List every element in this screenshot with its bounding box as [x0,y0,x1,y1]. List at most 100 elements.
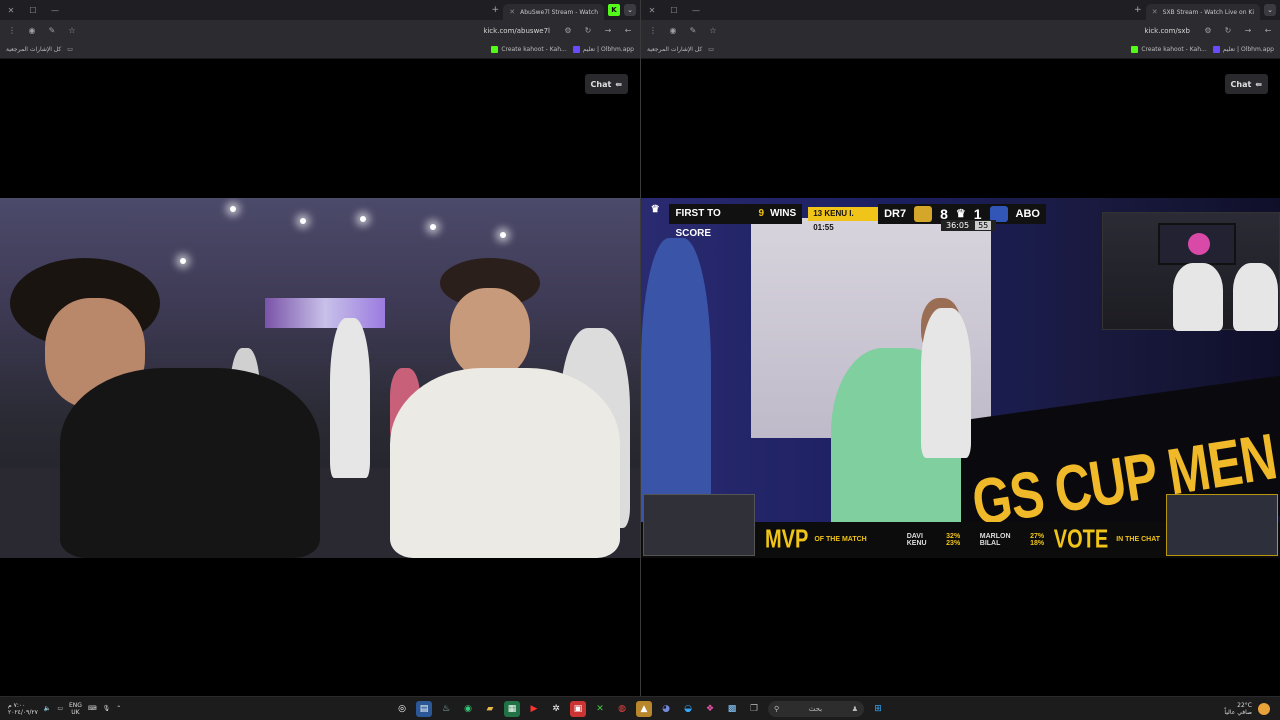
league-logo-icon: ♛ [650,204,660,215]
close-tab-icon[interactable]: ✕ [1152,8,1158,16]
new-tab-button[interactable]: + [487,5,503,15]
maximize-icon[interactable]: ☐ [663,6,685,15]
back-icon[interactable]: ← [622,26,634,35]
bookmark-label: Create kahoot - Kah... [501,46,567,53]
profile-icon[interactable]: ◉ [667,26,679,35]
mini-cam-right [1166,494,1278,556]
steam-icon[interactable]: ♨ [438,701,454,717]
of-the-match-label: OF THE MATCH [814,536,867,543]
clock-time: ٧:٠٠ م [8,701,26,709]
host-person [1173,263,1223,331]
url-field[interactable]: kick.com/abuswe7l [86,27,554,35]
bookmark-label: تعليم | Olbhm.app [1222,46,1274,53]
star-icon[interactable]: ☆ [66,26,78,35]
reload-icon[interactable]: ↻ [582,26,594,35]
wins-label: WINS [770,208,797,219]
stream-player[interactable]: Chat ⇚ [0,59,640,696]
folder-icon: ▭ [67,46,73,53]
right-browser-window: ✕ ☐ — + ✕ SXB Stream - Watch Live on Ki … [641,0,1280,696]
menu-dots-icon[interactable]: ⋮ [647,26,659,35]
weather-sun-icon [1258,702,1270,715]
maximize-icon[interactable]: ☐ [22,6,44,15]
lang-bottom: UK [71,708,80,716]
discord-icon[interactable]: ◕ [658,701,674,717]
team-a-name: DR7 [884,208,907,220]
notepad-icon[interactable]: ▤ [416,700,432,717]
network-icon[interactable]: ▭ [57,705,63,712]
tab-search-chevron-icon[interactable]: ⌄ [1264,4,1276,16]
all-bookmarks-link[interactable]: كل الإشارات المرجعية [647,46,702,53]
bookmark-olbhm[interactable]: تعليم | Olbhm.app [572,46,634,53]
chrome-icon[interactable]: ◍ [614,701,630,717]
mic-icon[interactable]: 🎙 [103,705,111,712]
minimize-icon[interactable]: — [44,6,66,15]
bookmark-label: Create kahoot - Kah... [1141,46,1207,53]
star-icon[interactable]: ☆ [707,26,719,35]
keyboard-icon[interactable]: ⌨ [88,705,97,712]
vlc-icon[interactable]: ▲ [636,700,652,717]
clock[interactable]: ٧:٠٠ م ٢٠٢٤/٠٩/٢٧ [8,702,38,716]
bookmark-olbhm[interactable]: تعليم | Olbhm.app [1212,46,1274,53]
volume-icon[interactable]: 🔈 [44,705,51,712]
venue-screen [265,298,385,328]
site-settings-icon[interactable]: ⚙ [562,26,574,35]
chat-label: Chat [590,79,612,89]
close-window-icon[interactable]: ✕ [0,6,22,15]
back-icon[interactable]: ← [1262,26,1274,35]
weather-condition: صافي عالياً [1224,708,1252,716]
xbox-app-icon[interactable]: ✕ [592,701,608,717]
minimize-icon[interactable]: — [685,6,707,15]
task-view-icon[interactable]: ❐ [746,701,762,717]
bookmark-kahoot[interactable]: Create kahoot - Kah... [1131,46,1207,53]
menu-dots-icon[interactable]: ⋮ [6,26,18,35]
excel-icon[interactable]: ▦ [504,700,520,717]
extension-icon[interactable]: ✎ [687,26,699,35]
chat-toggle-button[interactable]: Chat ⇚ [1224,74,1268,94]
chat-toggle-button[interactable]: Chat ⇚ [584,74,628,94]
url-field[interactable]: kick.com/sxb [727,27,1194,35]
edge-icon[interactable]: ◒ [680,701,696,717]
taskbar-search[interactable]: ⚲ بحث ♟ [768,700,864,717]
tab-abuswe7l[interactable]: ✕ AbuSwe7l Stream - Watch [503,4,604,20]
tab-sxb[interactable]: ✕ SXB Stream - Watch Live on Ki [1145,4,1260,20]
file-explorer-icon[interactable]: ▰ [482,701,498,717]
chevron-up-icon[interactable]: ⌃ [116,705,121,712]
webcam-overlay [1102,212,1280,331]
tab-search-chevron-icon[interactable]: ⌄ [624,4,636,16]
kick-favicon-icon: K [608,4,620,16]
stage-light [430,224,436,230]
close-tab-icon[interactable]: ✕ [509,8,515,16]
lang-top: ENG [68,701,82,709]
target-wins: 9 [758,208,765,219]
extension-icon[interactable]: ✎ [46,26,58,35]
video-frame[interactable] [0,198,640,558]
copilot-icon[interactable]: ❖ [702,701,718,717]
xbox-icon[interactable]: ◉ [460,701,476,717]
new-tab-button[interactable]: + [1130,5,1146,15]
search-widget-icon: ♟ [851,704,858,713]
kings-league-logo-icon [1188,233,1210,255]
profile-icon[interactable]: ◉ [26,26,38,35]
forward-icon[interactable]: → [602,26,614,35]
stream-player[interactable]: Chat ⇚ GS CUP MENA ♛ FIRST TO SCORE 9 WI… [641,59,1280,696]
obs-icon[interactable]: ◎ [394,701,410,717]
store-icon[interactable]: ▩ [724,701,740,717]
stage-light [300,218,306,224]
vote-title: VOTE [1053,525,1109,554]
all-bookmarks-link[interactable]: كل الإشارات المرجعية [6,46,61,53]
start-icon[interactable]: ⊞ [870,701,886,717]
bookmark-kahoot[interactable]: Create kahoot - Kah... [491,46,567,53]
language-indicator[interactable]: ENG UK [69,702,82,716]
weather-widget[interactable]: 22°C صافي عالياً [900,702,1280,716]
forward-icon[interactable]: → [1242,26,1254,35]
team-a-crest-icon [914,206,933,222]
reload-icon[interactable]: ↻ [1222,26,1234,35]
video-frame[interactable]: GS CUP MENA ♛ FIRST TO SCORE 9 WINS 13 K… [641,198,1280,558]
pdf-icon[interactable]: ▣ [570,700,586,717]
close-window-icon[interactable]: ✕ [641,6,663,15]
studio-tv [1158,223,1236,265]
site-settings-icon[interactable]: ⚙ [1202,26,1214,35]
in-the-chat-label: IN THE CHAT [1116,536,1160,543]
youtube-icon[interactable]: ▶ [526,701,542,717]
settings-icon[interactable]: ✲ [548,701,564,717]
